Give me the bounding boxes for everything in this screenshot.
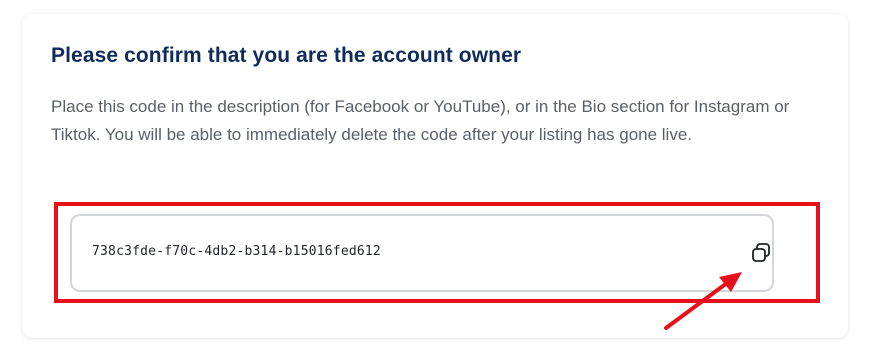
verification-code: 738c3fde-f70c-4db2-b314-b15016fed612: [92, 244, 381, 259]
card-title: Please confirm that you are the account …: [51, 44, 522, 67]
confirmation-card: Please confirm that you are the account …: [22, 14, 848, 338]
verification-code-field[interactable]: 738c3fde-f70c-4db2-b314-b15016fed612: [70, 214, 774, 292]
card-description: Place this code in the description (for …: [51, 97, 790, 144]
copy-icon: [752, 243, 770, 262]
copy-button[interactable]: [748, 240, 774, 266]
